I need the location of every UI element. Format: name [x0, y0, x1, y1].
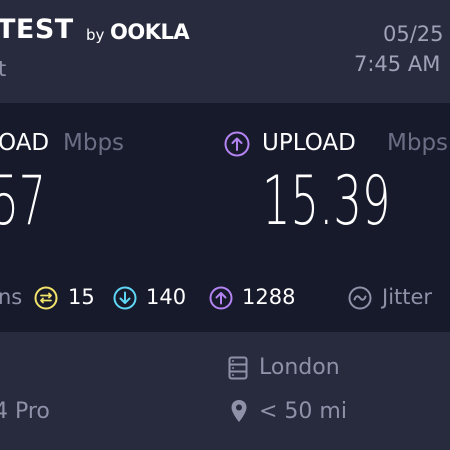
- isp-name: 4 Pro: [0, 399, 50, 424]
- server-distance: < 50 mi: [259, 399, 347, 424]
- ookla-logo-text: OOKLA: [110, 20, 190, 44]
- speedtest-logo-text: TEST: [0, 14, 74, 45]
- idle-ping-icon: [34, 286, 58, 310]
- upload-ping-icon: [209, 286, 233, 310]
- upload-value: 15.39: [262, 162, 391, 241]
- ping-unit-fragment: ns: [0, 285, 23, 309]
- download-unit: Mbps: [63, 130, 125, 156]
- download-ping-icon: [113, 286, 137, 310]
- result-subtitle: t: [0, 57, 7, 81]
- idle-ping-value: 15: [68, 285, 95, 309]
- brand-by-text: by: [86, 26, 105, 44]
- result-time: 7:45 AM: [354, 52, 441, 76]
- jitter-label: Jitter: [382, 285, 433, 309]
- download-ping-value: 140: [146, 285, 187, 309]
- upload-label: UPLOAD: [262, 130, 356, 156]
- upload-unit: Mbps: [387, 130, 449, 156]
- download-label: OAD: [0, 130, 50, 156]
- server-icon: [228, 356, 248, 380]
- upload-arrow-icon: [224, 131, 250, 157]
- server-location[interactable]: London: [259, 355, 340, 380]
- jitter-icon: [348, 286, 372, 310]
- result-date: 05/25: [383, 22, 444, 46]
- download-value: 57: [0, 162, 46, 241]
- upload-ping-value: 1288: [242, 285, 296, 309]
- location-pin-icon: [231, 400, 247, 422]
